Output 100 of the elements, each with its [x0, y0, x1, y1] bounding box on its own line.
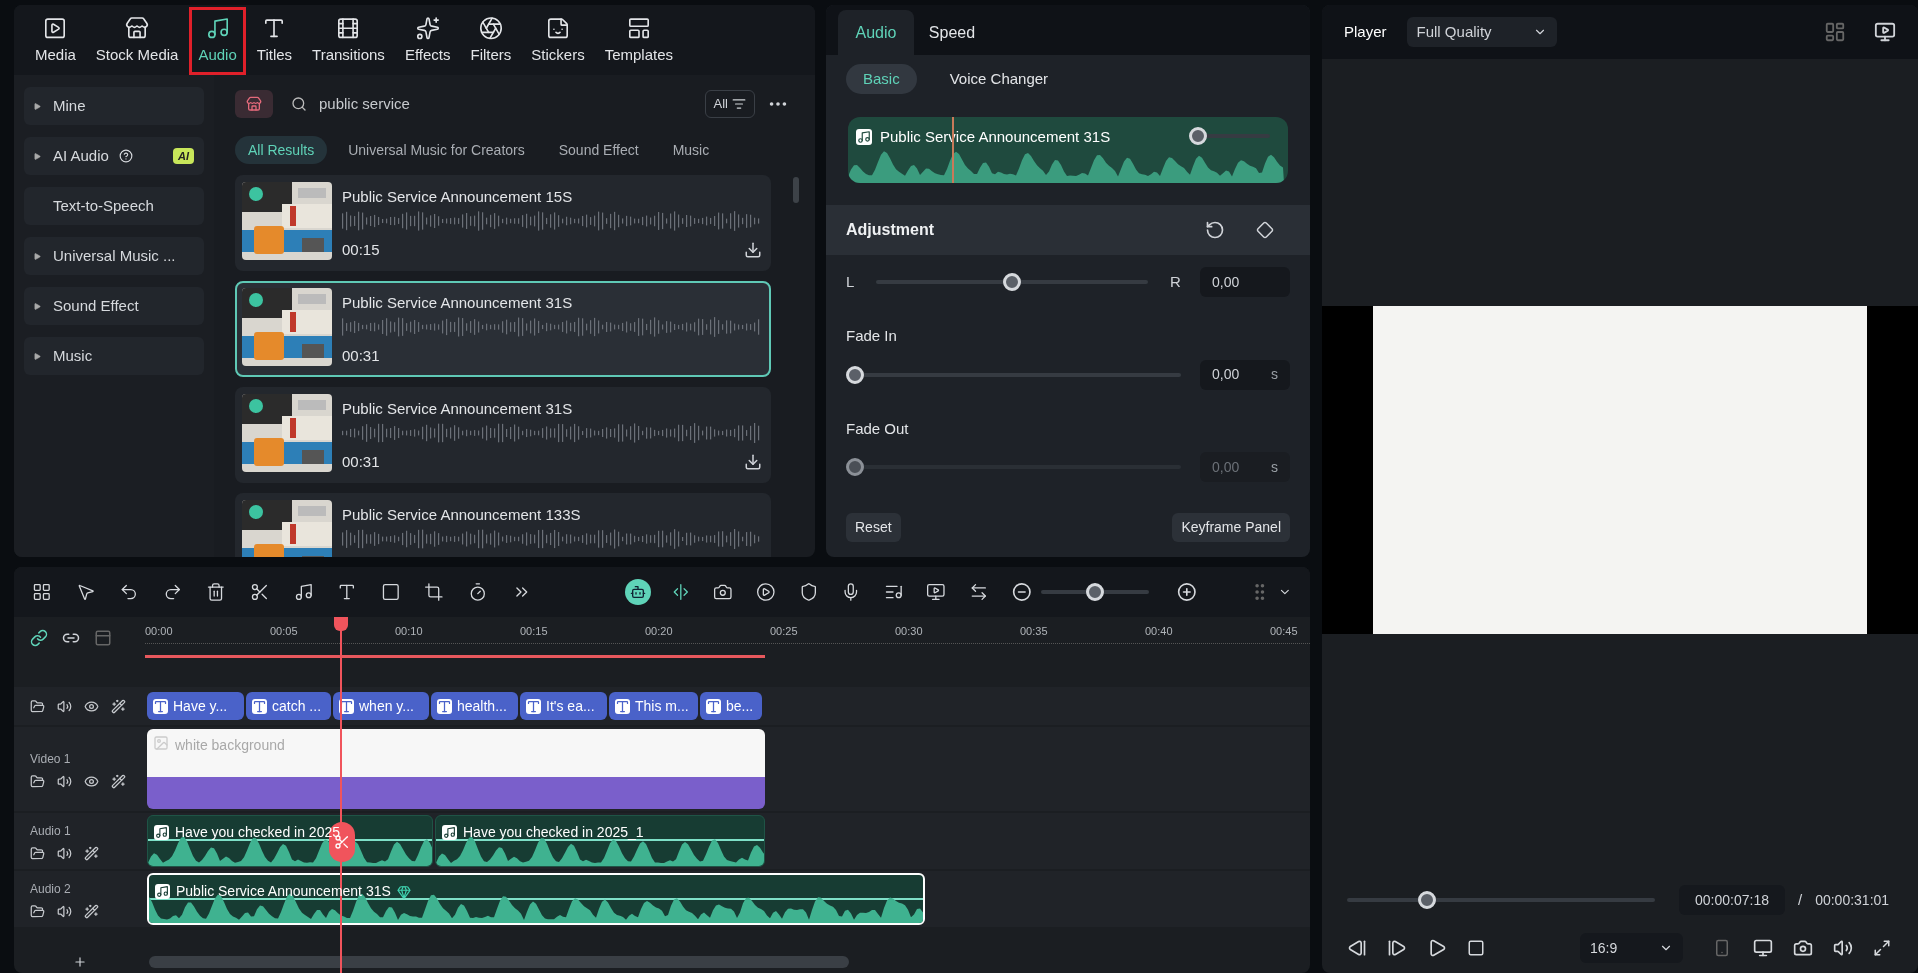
panel-button[interactable]: Keyframe Panel	[1172, 512, 1290, 542]
eye-icon[interactable]	[84, 698, 99, 714]
title-clip[interactable]: This m...	[609, 692, 698, 720]
folder-icon[interactable]	[30, 903, 45, 919]
sidebar-item[interactable]: AI Audio AI	[24, 137, 204, 175]
monitor-icon[interactable]	[926, 582, 947, 602]
eye-icon[interactable]	[84, 773, 99, 789]
audio-result[interactable]: Public Service Announcement 133S	[235, 493, 771, 557]
volume-icon[interactable]	[57, 698, 72, 714]
sidebar-item[interactable]: Mine	[24, 87, 204, 125]
text-icon[interactable]	[337, 582, 357, 602]
play-icon[interactable]	[1427, 938, 1447, 958]
title-clip[interactable]: catch ...	[246, 692, 331, 720]
reset-icon[interactable]	[1205, 220, 1225, 240]
wand-icon[interactable]	[84, 903, 99, 919]
filter-tab[interactable]: Universal Music for Creators	[335, 136, 538, 164]
volume-icon[interactable]	[57, 845, 72, 861]
camera-icon[interactable]	[713, 582, 733, 602]
snapshot-icon[interactable]	[1793, 938, 1813, 958]
fade-label: Fade Out	[846, 418, 910, 439]
store-button[interactable]	[235, 90, 273, 118]
title-clip[interactable]: It's ea...	[520, 692, 607, 720]
wand-icon[interactable]	[84, 845, 99, 861]
title-clip[interactable]: when y...	[333, 692, 429, 720]
nav-tab[interactable]: Transitions	[303, 7, 394, 75]
sub-tab[interactable]: Voice Changer	[932, 64, 1066, 94]
stop-icon[interactable]	[1467, 939, 1485, 957]
audio-result[interactable]: Public Service Announcement 31S 00:31	[235, 281, 771, 377]
sub-tab[interactable]: Basic	[846, 64, 917, 94]
balance-field[interactable]: 0,00	[1200, 267, 1290, 297]
store-icon	[124, 16, 151, 41]
folder-icon[interactable]	[30, 845, 45, 861]
monitor-icon[interactable]	[1753, 938, 1773, 958]
wand-icon[interactable]	[111, 773, 126, 789]
keyframe-icon[interactable]	[1256, 221, 1274, 239]
audio-result[interactable]: Public Service Announcement 31S 00:31	[235, 387, 771, 483]
panel-tab[interactable]: Speed	[914, 10, 990, 55]
nav-tab[interactable]: Media	[26, 7, 85, 75]
nav-tab[interactable]: Stickers	[522, 7, 594, 75]
link-icon[interactable]	[30, 629, 48, 647]
download-icon[interactable]	[744, 452, 762, 471]
wand-icon[interactable]	[111, 698, 126, 714]
grid-icon[interactable]	[32, 582, 52, 602]
layout-icon[interactable]	[1824, 21, 1846, 43]
add-track-icon[interactable]	[72, 955, 87, 969]
sidebar-label: Mine	[53, 95, 86, 116]
title-clip[interactable]: be...	[700, 692, 762, 720]
sidebar-item[interactable]: Universal Music ...	[24, 237, 204, 275]
volume-icon[interactable]	[57, 773, 72, 789]
fullscreen-icon[interactable]	[1873, 939, 1891, 957]
panel-button[interactable]: Reset	[846, 512, 901, 542]
time-separator: /	[1797, 889, 1803, 910]
aspect-dropdown[interactable]: 16:9	[1580, 933, 1683, 963]
ai-badge: AI	[173, 147, 194, 165]
track-icon[interactable]	[94, 629, 112, 647]
undo-icon[interactable]	[119, 582, 139, 602]
nav-tab[interactable]: Effects	[395, 7, 460, 75]
fade-field[interactable]: 0,00 s	[1200, 359, 1290, 390]
title-clip[interactable]: Have y...	[147, 692, 244, 720]
volume-icon[interactable]	[1833, 938, 1853, 958]
nav-tab[interactable]: Stock Media	[86, 7, 188, 75]
panel-tab[interactable]: Audio	[838, 10, 914, 55]
filter-tab[interactable]: All Results	[235, 136, 328, 164]
ai-assistant-button[interactable]	[625, 579, 651, 605]
nav-tab[interactable]: Filters	[461, 7, 521, 75]
nav-tab[interactable]: Titles	[247, 7, 302, 75]
filter-button[interactable]: All	[704, 90, 755, 118]
zoom-out-icon[interactable]	[1011, 582, 1032, 602]
scrollbar[interactable]	[793, 177, 799, 203]
next-frame-icon[interactable]	[1387, 938, 1407, 958]
audio-result[interactable]: Public Service Announcement 15S 00:15	[235, 175, 771, 271]
fit-icon[interactable]	[969, 582, 989, 602]
nav-tab[interactable]: Templates	[595, 7, 683, 75]
quality-dropdown[interactable]: Full Quality	[1406, 17, 1557, 47]
timer-icon[interactable]	[468, 582, 488, 602]
sidebar-item[interactable]: Text-to-Speech	[24, 187, 204, 225]
scissors-icon[interactable]	[250, 582, 270, 602]
crop-icon[interactable]	[424, 582, 445, 602]
phone-icon[interactable]	[1713, 939, 1731, 957]
download-icon[interactable]	[744, 240, 762, 259]
filter-tab[interactable]: Sound Effect	[545, 136, 652, 164]
audio-clip[interactable]: Have you checked in 2025_1	[435, 815, 765, 867]
folder-icon[interactable]	[30, 773, 45, 789]
nav-tab[interactable]: Audio	[189, 7, 246, 75]
filter-tab[interactable]: Music	[659, 136, 723, 164]
square-icon[interactable]	[380, 582, 401, 602]
sidebar-item[interactable]: Sound Effect	[24, 287, 204, 325]
music-note-icon	[442, 825, 457, 840]
search-field[interactable]: public service	[319, 92, 669, 116]
zoom-in-icon[interactable]	[1177, 582, 1197, 602]
play-circle-icon[interactable]	[756, 582, 776, 602]
title-clip[interactable]: health...	[431, 692, 518, 720]
ruler-label: 00:35	[1020, 624, 1048, 639]
folder-icon[interactable]	[30, 698, 45, 714]
sidebar-item[interactable]: Music	[24, 337, 204, 375]
horizontal-scrollbar[interactable]	[149, 956, 849, 968]
previous-frame-icon[interactable]	[1347, 938, 1367, 958]
delete-icon[interactable]	[206, 582, 227, 602]
music-note-icon[interactable]	[293, 582, 314, 602]
volume-icon[interactable]	[57, 903, 72, 919]
